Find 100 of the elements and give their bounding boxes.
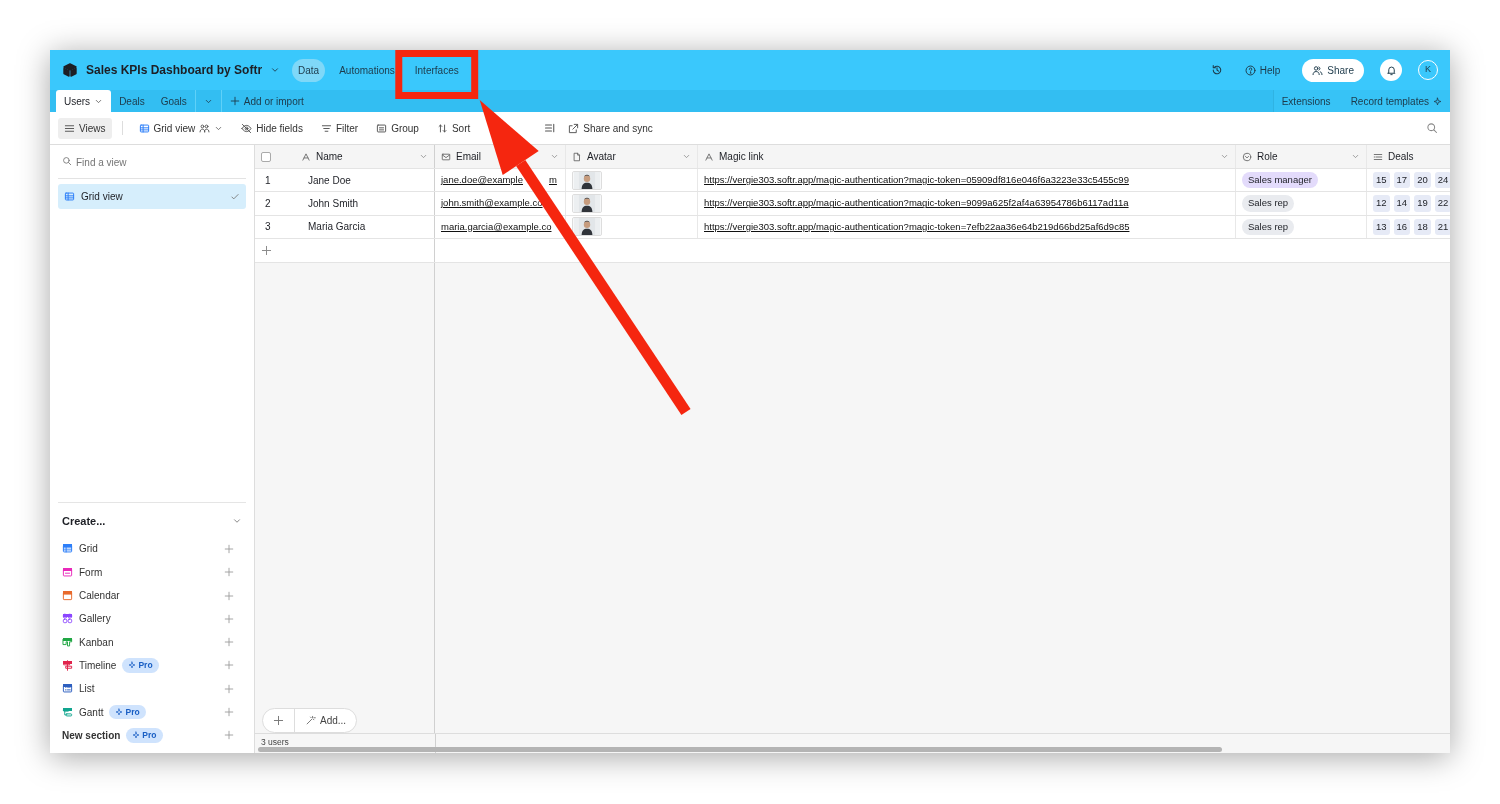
create-item[interactable]: Calendar [79,588,120,604]
pro-badge: Pro [122,658,159,673]
caret-icon[interactable] [270,65,281,75]
table-cell: Maria Garcia [295,215,435,239]
plus-icon[interactable] [224,543,234,554]
caret-icon [1351,152,1360,161]
record-chip[interactable]: 15 [1373,172,1390,189]
create-item[interactable]: Gantt [79,704,104,720]
plus-icon[interactable] [224,707,234,718]
toolbar-link[interactable]: Record templates [1350,93,1442,109]
magic-link[interactable]: https://vergie303.softr.app/magic-authentication?magic-token=05909df816e046f6a3223e33c5455c99 [704,173,1129,188]
row-height-icon[interactable] [544,122,557,134]
plus-icon[interactable] [224,637,234,648]
toolbar-button[interactable]: Filter [314,117,365,139]
add-import-button[interactable]: Add or import [221,90,312,112]
plus-icon[interactable] [224,613,234,624]
plus-icon[interactable] [224,660,234,671]
nav-tab[interactable]: Automations [333,58,401,82]
record-chip[interactable]: 16 [1393,218,1411,236]
email-link[interactable]: m [549,173,557,188]
help-button[interactable]: Help [1238,59,1287,81]
external-link-icon [568,122,580,134]
record-chip[interactable]: 14 [1393,195,1411,212]
column-header[interactable]: Role [1236,145,1367,168]
share-button[interactable]: Share [1302,58,1364,82]
create-item[interactable]: Grid [79,541,98,557]
caret-icon [419,152,428,161]
record-chip[interactable]: 20 [1414,172,1431,189]
notifications-button[interactable] [1380,59,1402,81]
record-chip[interactable]: 18 [1414,218,1431,236]
share-sync-button[interactable]: Share and sync [562,117,659,139]
record-chip[interactable]: 13 [1373,218,1390,236]
toolbar-button[interactable]: Sort [430,117,477,139]
sort-icon [436,122,448,134]
plus-icon[interactable] [224,567,234,578]
magic-link[interactable]: https://vergie303.softr.app/magic-authentication?magic-token=7efb22aa36e64b219d66bd25af6d9c85 [704,219,1130,235]
check-icon [230,191,240,202]
create-item[interactable]: Gallery [79,611,111,627]
email-link[interactable]: maria.garcia@example.co [441,219,552,235]
email-link[interactable]: john.smith@example.co [441,196,543,211]
toolbar-button[interactable]: Hide fields [235,117,309,139]
create-item[interactable]: Form [79,564,103,580]
row-number: 2 [264,197,272,212]
create-item[interactable]: New section [62,727,121,743]
column-header[interactable]: Magic link [698,145,1236,168]
magic-wand-icon [305,715,316,726]
search-icon[interactable] [1426,122,1438,134]
role-tag: Sales rep [1242,218,1295,236]
email-link[interactable]: jane.doe@example [441,173,523,188]
scrollbar[interactable] [258,747,1222,752]
grid-icon [64,191,75,202]
history-icon[interactable] [1210,64,1223,76]
filter-icon [320,122,332,134]
sparkle-icon [132,731,141,740]
view-item[interactable]: Grid view [58,184,246,209]
more-tables-button[interactable] [194,90,222,112]
view-switcher[interactable]: Grid view [132,117,230,139]
record-chip[interactable]: 21 [1434,218,1450,236]
record-chip[interactable]: 17 [1393,172,1411,189]
record-chip[interactable]: 22 [1434,195,1450,212]
row-number: 3 [264,220,272,235]
pro-badge: Pro [126,727,163,743]
row-number: 1 [264,173,272,188]
pro-badge: Pro [109,704,146,720]
record-count: 3 users [261,736,289,749]
table-tab[interactable]: Goals [152,90,195,112]
logo-icon[interactable] [62,62,78,78]
section-title: Create... [62,513,106,529]
group-icon [376,122,388,134]
bell-icon [1385,64,1397,76]
record-chip[interactable]: 19 [1414,195,1431,212]
plus-icon[interactable] [224,590,234,601]
toolbar-button[interactable]: Group [370,117,425,139]
nav-tab[interactable]: Interfaces [408,58,465,82]
people-icon [199,122,211,134]
column-header[interactable]: Name [295,145,435,168]
plus-icon[interactable] [224,730,234,741]
column-header[interactable]: Deals [1367,145,1450,168]
eye-off-icon [241,122,253,134]
plus-icon [273,715,284,726]
nav-tab[interactable]: Data [292,58,326,82]
create-item[interactable]: Timeline [79,657,117,673]
role-tag: Sales rep [1242,195,1295,212]
toolbar-link[interactable]: Extensions [1281,93,1331,109]
create-item[interactable]: Kanban [79,634,114,650]
caret-icon [682,152,691,161]
table-tab[interactable]: Deals [111,90,153,112]
create-item[interactable]: List [79,681,95,697]
magic-link[interactable]: https://vergie303.softr.app/magic-authentication?magic-token=9099a625f2af4a63954786b6117ad11a [704,196,1129,211]
table-tab[interactable]: Users [56,90,112,112]
email-icon [441,151,451,162]
plus-icon[interactable] [224,683,234,694]
column-header[interactable]: Avatar [566,145,698,168]
people-icon [1312,64,1324,76]
base-title: Sales KPIs Dashboard by Softr [86,62,263,79]
plus-icon[interactable] [261,244,272,256]
record-chip[interactable]: 24 [1434,172,1450,189]
header-checkbox[interactable] [261,151,271,162]
views-button[interactable]: Views [58,117,112,139]
record-chip[interactable]: 12 [1373,195,1390,212]
